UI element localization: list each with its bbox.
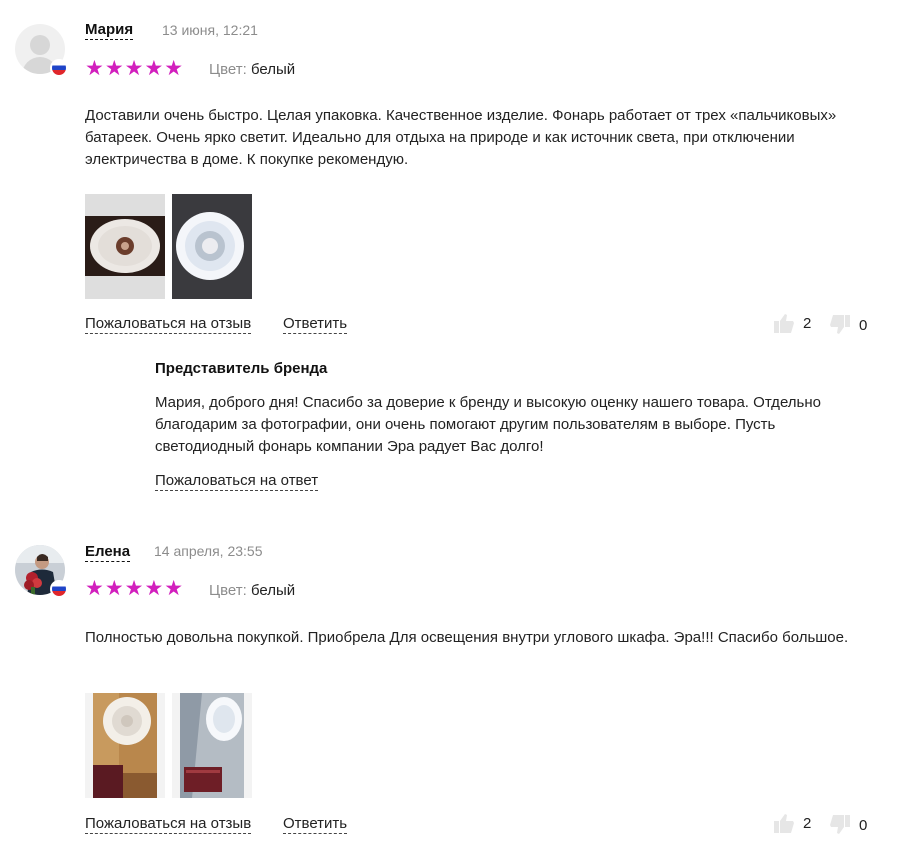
review-photo[interactable] [172, 693, 252, 798]
review-author[interactable]: Елена [85, 543, 131, 562]
russia-flag-icon [50, 580, 68, 598]
reply-link[interactable]: Ответить [283, 815, 348, 834]
thumbs-up-icon [774, 814, 794, 833]
like-button[interactable]: 2 [773, 812, 811, 834]
rating-stars: ★★★★★ [85, 577, 185, 600]
color-info: Цвет: белый [209, 582, 295, 599]
avatar[interactable] [15, 545, 68, 598]
dislike-count: 0 [859, 816, 868, 834]
review-date: 14 апреля, 23:55 [154, 543, 263, 559]
dislike-button[interactable]: 0 [829, 814, 867, 836]
review-photo[interactable] [85, 693, 165, 798]
review-card: Елена 14 апреля, 23:55 ★★★★★ Цвет: белый… [0, 0, 898, 857]
color-value: белый [250, 582, 296, 599]
like-count: 2 [803, 814, 812, 832]
color-label: Цвет: [209, 582, 247, 599]
review-text: Полностью довольна покупкой. Приобрела Д… [85, 629, 849, 646]
complain-review-link[interactable]: Пожаловаться на отзыв [85, 815, 252, 834]
thumbs-down-icon [830, 815, 850, 834]
